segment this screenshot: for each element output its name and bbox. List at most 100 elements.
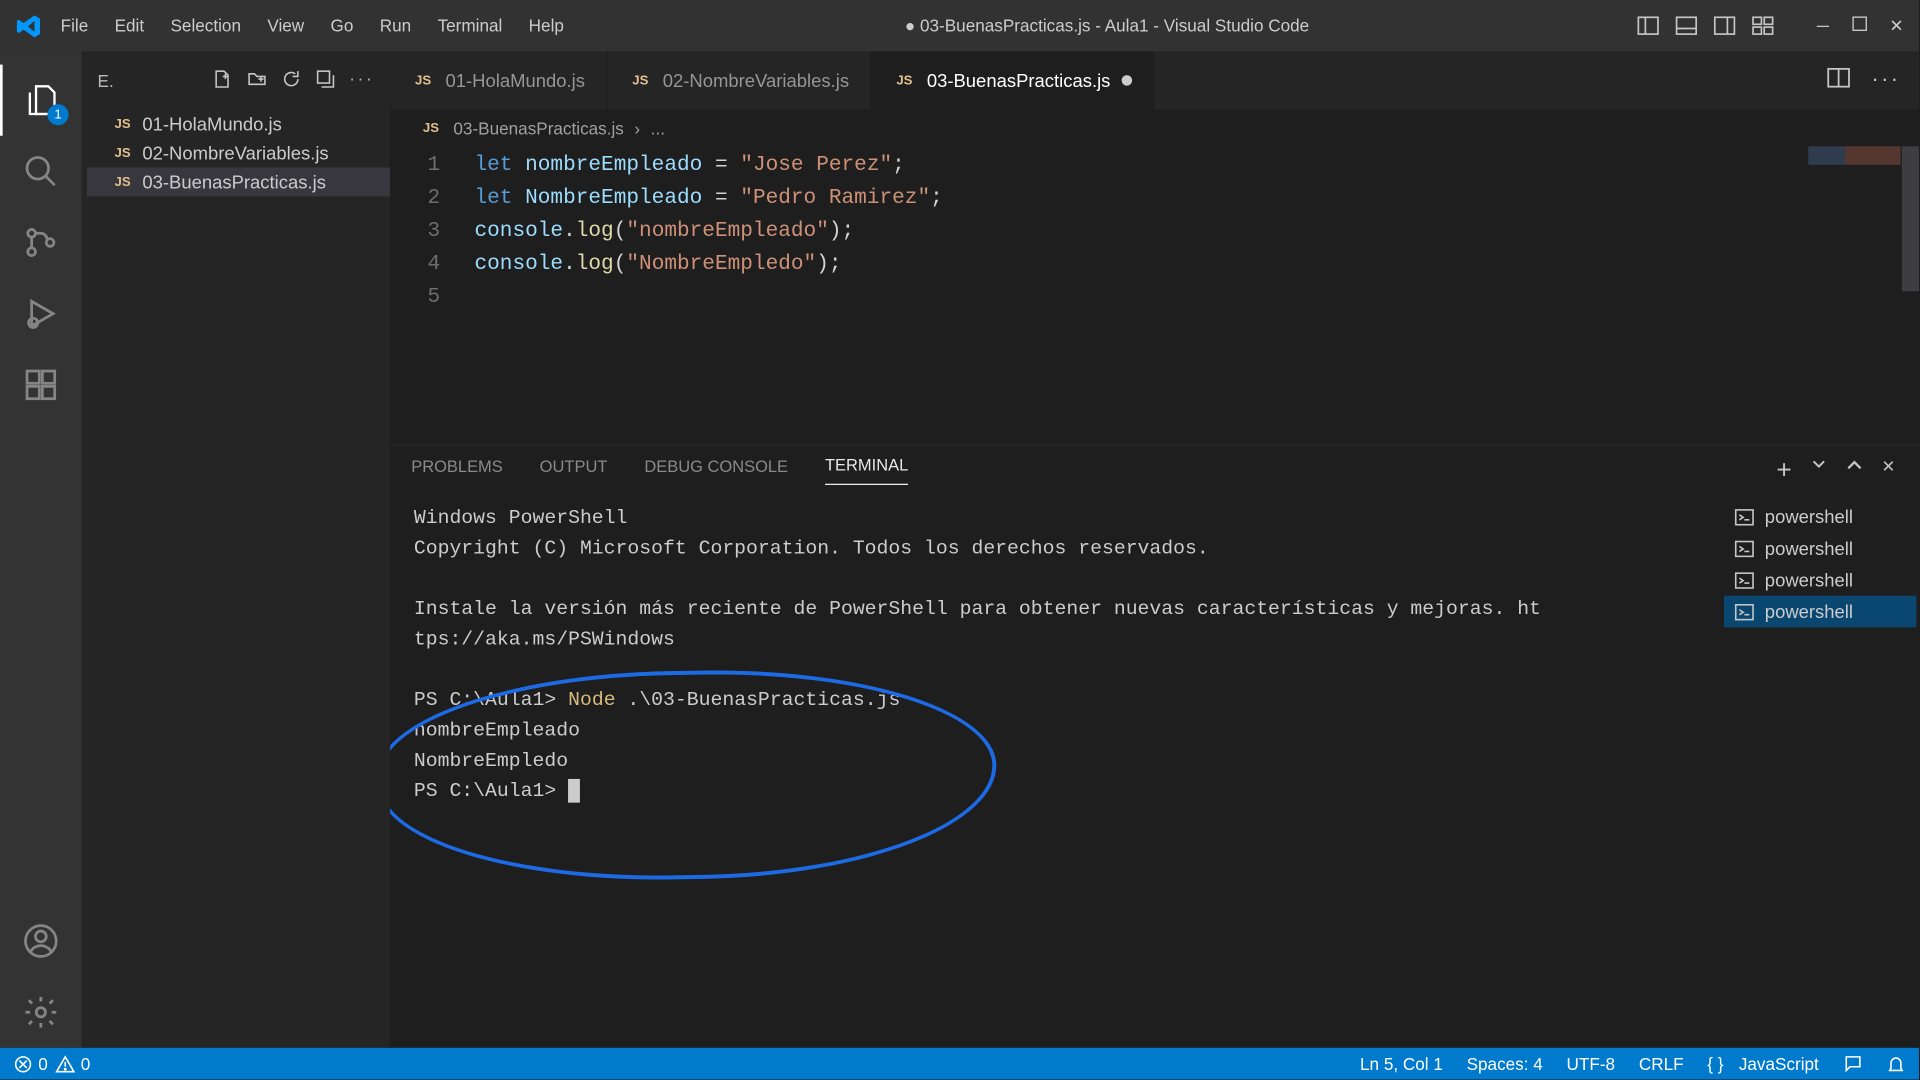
status-warnings[interactable]: 0	[56, 1054, 91, 1074]
editor-tabs: JS 01-HolaMundo.js JS 02-NombreVariables.js…	[390, 51, 1919, 109]
more-icon[interactable]: ···	[349, 68, 374, 93]
breadcrumb[interactable]: JS 03-BuenasPracticas.js › ...	[390, 109, 1919, 146]
editor-layout-controls[interactable]	[1637, 14, 1774, 36]
file-item[interactable]: JS 01-HolaMundo.js	[87, 109, 390, 138]
close-icon[interactable]: ✕	[1885, 15, 1909, 36]
breadcrumb-more[interactable]: ...	[651, 118, 665, 138]
terminal-line: Windows PowerShell	[414, 503, 1698, 533]
extensions-icon[interactable]	[0, 349, 82, 420]
editor-tab[interactable]: JS 01-HolaMundo.js	[390, 51, 607, 109]
minimap[interactable]	[1808, 146, 1900, 164]
menu-file[interactable]: File	[47, 8, 101, 44]
terminal-line: tps://aka.ms/PSWindows	[414, 625, 1698, 655]
terminal-icon	[1734, 538, 1754, 558]
js-file-icon: JS	[893, 73, 917, 87]
file-name: 01-HolaMundo.js	[142, 113, 282, 134]
terminal[interactable]: Windows PowerShellCopyright (C) Microsof…	[390, 496, 1721, 1048]
status-eol[interactable]: CRLF	[1639, 1054, 1684, 1074]
code-editor[interactable]: 1let nombreEmpleado = "Jose Perez";2let …	[390, 146, 1919, 444]
notifications-icon[interactable]	[1886, 1054, 1906, 1074]
terminal-icon	[1734, 570, 1754, 590]
js-file-icon: JS	[628, 73, 652, 87]
explorer-tree: JS01-HolaMundo.jsJS02-NombreVariables.js…	[82, 109, 390, 196]
terminal-name: powershell	[1765, 538, 1853, 559]
file-item[interactable]: JS 03-BuenasPracticas.js	[87, 167, 390, 196]
menu-selection[interactable]: Selection	[157, 8, 254, 44]
new-folder-icon[interactable]	[246, 68, 267, 93]
status-errors[interactable]: 0	[13, 1054, 48, 1074]
status-encoding[interactable]: UTF-8	[1567, 1054, 1616, 1074]
activity-bar: 1	[0, 51, 82, 1047]
chevron-right-icon: ›	[634, 118, 640, 138]
vertical-scrollbar[interactable]	[1902, 146, 1919, 291]
terminal-line: nombreEmpleado	[414, 716, 1698, 746]
panel-tab[interactable]: DEBUG CONSOLE	[644, 457, 788, 485]
menu-help[interactable]: Help	[516, 8, 578, 44]
new-file-icon[interactable]	[212, 68, 233, 93]
terminal-line: Copyright (C) Microsoft Corporation. Tod…	[414, 534, 1698, 564]
tab-label: 01-HolaMundo.js	[445, 70, 585, 91]
explorer-view-icon[interactable]: 1	[0, 65, 82, 136]
panel-tab[interactable]: PROBLEMS	[411, 457, 503, 485]
explorer-section-label: E.	[98, 71, 114, 91]
code-line[interactable]: 2let NombreEmpleado = "Pedro Ramirez";	[390, 182, 1919, 215]
terminal-line: NombreEmpledo	[414, 746, 1698, 776]
panel-tab[interactable]: TERMINAL	[825, 456, 908, 485]
collapse-all-icon[interactable]	[315, 68, 336, 93]
js-file-icon: JS	[111, 175, 135, 189]
minimize-icon[interactable]: ─	[1811, 16, 1835, 36]
more-actions-icon[interactable]: ···	[1872, 69, 1901, 93]
terminal-icon	[1734, 602, 1754, 622]
line-number: 2	[390, 182, 474, 215]
code-line[interactable]: 4console.log("NombreEmpledo");	[390, 248, 1919, 281]
menu-view[interactable]: View	[254, 8, 317, 44]
tab-label: 02-NombreVariables.js	[663, 70, 849, 91]
panel-tab[interactable]: OUTPUT	[540, 457, 608, 485]
js-file-icon: JS	[411, 73, 435, 87]
line-number: 4	[390, 248, 474, 281]
js-file-icon: JS	[111, 117, 135, 131]
run-debug-icon[interactable]	[0, 278, 82, 349]
terminal-list-item[interactable]: powershell	[1724, 596, 1916, 628]
menu-go[interactable]: Go	[317, 8, 366, 44]
maximize-icon[interactable]	[1848, 16, 1872, 36]
terminal-line: PS C:\Aula1>	[414, 776, 1698, 806]
menu-edit[interactable]: Edit	[101, 8, 157, 44]
close-panel-icon[interactable]: ✕	[1881, 455, 1895, 485]
menu-run[interactable]: Run	[367, 8, 425, 44]
terminal-list-item[interactable]: powershell	[1724, 501, 1916, 533]
terminal-list-item[interactable]: powershell	[1724, 564, 1916, 596]
new-terminal-icon[interactable]: +	[1776, 455, 1791, 485]
terminal-list: powershellpowershellpowershellpowershell	[1721, 496, 1919, 1048]
refresh-icon[interactable]	[281, 68, 302, 93]
code-line[interactable]: 1let nombreEmpleado = "Jose Perez";	[390, 149, 1919, 182]
code-line[interactable]: 3console.log("nombreEmpleado");	[390, 215, 1919, 248]
window-title: ● 03-BuenasPracticas.js - Aula1 - Visual…	[577, 16, 1637, 36]
source-control-icon[interactable]	[0, 207, 82, 278]
editor-tab[interactable]: JS03-BuenasPracticas.js	[871, 51, 1153, 109]
search-view-icon[interactable]	[0, 136, 82, 207]
terminal-dropdown-icon[interactable]	[1810, 455, 1826, 485]
status-cursor[interactable]: Ln 5, Col 1	[1360, 1054, 1443, 1074]
breadcrumb-file[interactable]: 03-BuenasPracticas.js	[453, 118, 623, 138]
settings-gear-icon[interactable]	[0, 977, 82, 1048]
file-name: 02-NombreVariables.js	[142, 142, 328, 163]
file-item[interactable]: JS02-NombreVariables.js	[87, 138, 390, 167]
maximize-panel-icon[interactable]	[1845, 455, 1863, 485]
file-name: 03-BuenasPracticas.js	[142, 171, 326, 192]
terminal-list-item[interactable]: powershell	[1724, 532, 1916, 564]
terminal-line	[414, 564, 1698, 594]
menu-terminal[interactable]: Terminal	[424, 8, 515, 44]
status-indentation[interactable]: Spaces: 4	[1467, 1054, 1543, 1074]
feedback-icon[interactable]	[1843, 1054, 1863, 1074]
terminal-line: Instale la versión más reciente de Power…	[414, 594, 1698, 624]
accounts-icon[interactable]	[0, 905, 82, 976]
split-editor-icon[interactable]	[1827, 65, 1851, 95]
status-language[interactable]: { } JavaScript	[1707, 1054, 1819, 1074]
js-file-icon: JS	[419, 121, 443, 135]
terminal-line	[414, 655, 1698, 685]
editor-tab[interactable]: JS 02-NombreVariables.js	[607, 51, 871, 109]
code-line[interactable]: 5	[390, 281, 1919, 314]
status-bar: 0 0 Ln 5, Col 1 Spaces: 4 UTF-8 CRLF { }…	[0, 1048, 1919, 1080]
line-number: 1	[390, 149, 474, 182]
